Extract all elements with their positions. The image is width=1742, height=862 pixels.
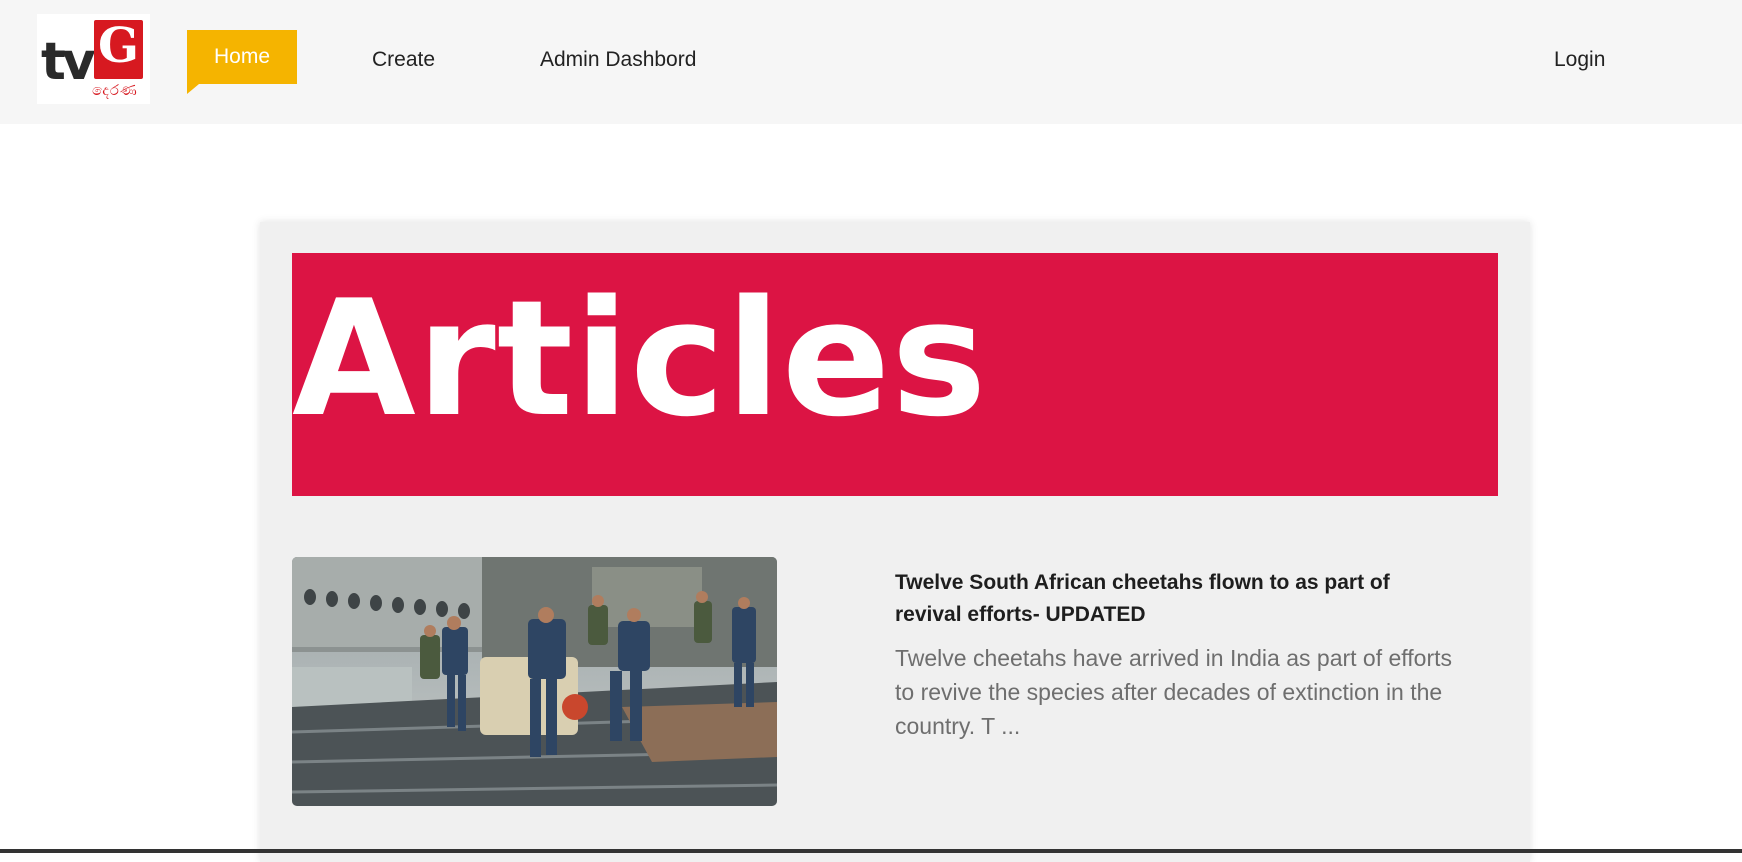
cheetah-arrival-photo (292, 557, 777, 806)
bottom-divider (0, 849, 1742, 853)
logo-script-text: දෙරණ (92, 81, 138, 99)
articles-banner: Articles (292, 253, 1498, 496)
navbar: tv G දෙරණ Home Create Admin Dashbord Log… (0, 0, 1742, 124)
article-title[interactable]: Twelve South African cheetahs flown to a… (895, 567, 1455, 631)
nav-login-link[interactable]: Login (1554, 46, 1605, 74)
articles-card: Articles Twelve South African cheetahs f… (260, 222, 1530, 862)
logo-g-text: G (98, 18, 139, 74)
logo-tv-text: tv (41, 32, 96, 92)
article-excerpt: Twelve cheetahs have arrived in India as… (895, 645, 1452, 739)
logo-g-mark: G (94, 20, 143, 79)
article-item[interactable]: Twelve South African cheetahs flown to a… (292, 557, 1498, 807)
nav-home-tail (187, 84, 199, 94)
tv-derana-logo[interactable]: tv G දෙරණ (37, 14, 150, 104)
nav-admin-dashboard-link[interactable]: Admin Dashbord (540, 46, 696, 74)
nav-home-link[interactable]: Home (187, 30, 297, 84)
nav-create-link[interactable]: Create (372, 46, 435, 74)
article-thumbnail[interactable] (292, 557, 777, 806)
page-title: Articles (292, 265, 988, 452)
